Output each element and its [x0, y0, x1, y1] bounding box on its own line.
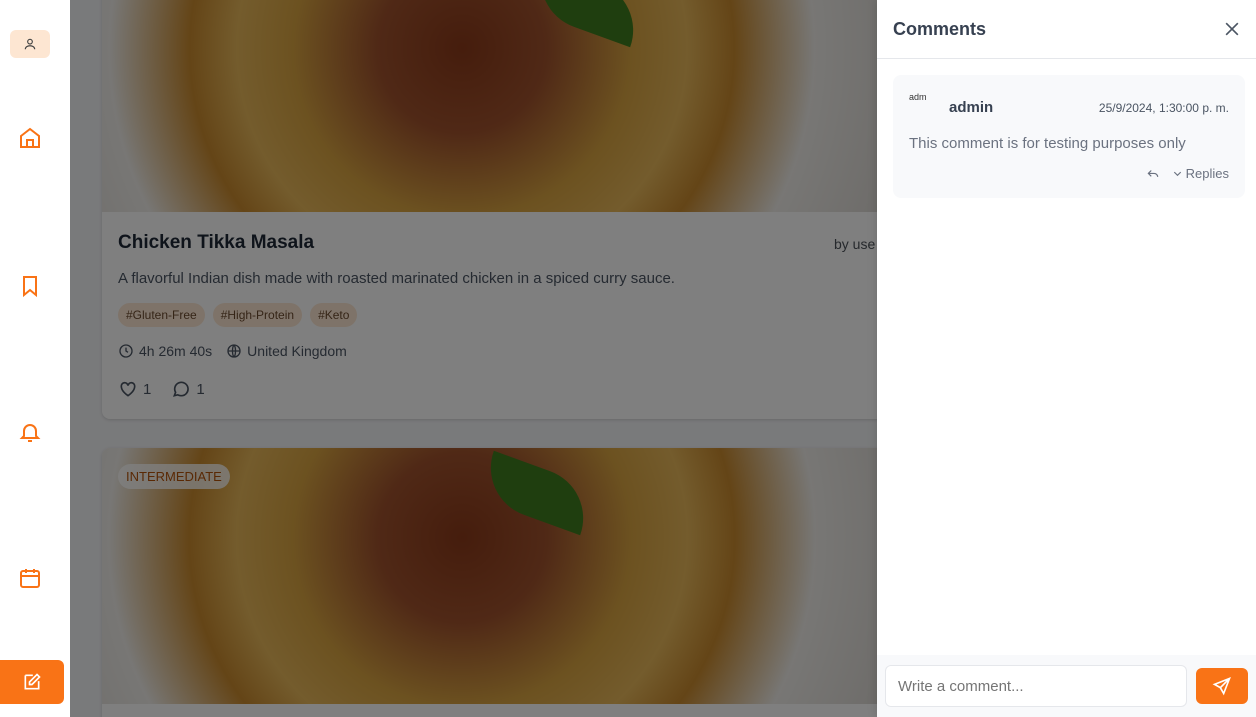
recipe-author[interactable]: by use — [834, 236, 875, 252]
chevron-down-icon — [1173, 171, 1181, 177]
comment-item: adm admin 25/9/2024, 1:30:00 p. m. This … — [893, 75, 1245, 198]
comments-panel: Comments adm admin 25/9/2024, 1:30:00 p.… — [877, 0, 1256, 717]
profile-button[interactable] — [10, 30, 50, 58]
panel-title: Comments — [893, 18, 987, 39]
comment-text: This comment is for testing purposes onl… — [909, 135, 1186, 152]
close-icon[interactable] — [1222, 19, 1242, 39]
comment-author: admin — [949, 99, 994, 116]
replies-toggle[interactable]: Replies — [1172, 166, 1229, 181]
modal-backdrop[interactable] — [70, 0, 877, 717]
send-icon — [1212, 677, 1231, 696]
reply-icon[interactable] — [1146, 167, 1160, 181]
comment-timestamp: 25/9/2024, 1:30:00 p. m. — [1098, 101, 1229, 115]
bookmark-icon[interactable] — [18, 274, 42, 298]
avatar: adm — [909, 92, 927, 102]
comment-input[interactable] — [885, 665, 1187, 707]
replies-label: Replies — [1185, 166, 1229, 181]
sidebar — [0, 0, 70, 717]
send-button[interactable] — [1196, 668, 1248, 704]
calendar-icon[interactable] — [18, 566, 42, 590]
edit-icon — [24, 673, 41, 690]
recipe-feed: Chicken Tikka Masala A flavorful Indian … — [70, 0, 877, 717]
home-icon[interactable] — [18, 126, 42, 150]
create-recipe-button[interactable] — [0, 660, 64, 704]
bell-icon[interactable] — [18, 420, 42, 444]
user-icon — [24, 38, 36, 50]
